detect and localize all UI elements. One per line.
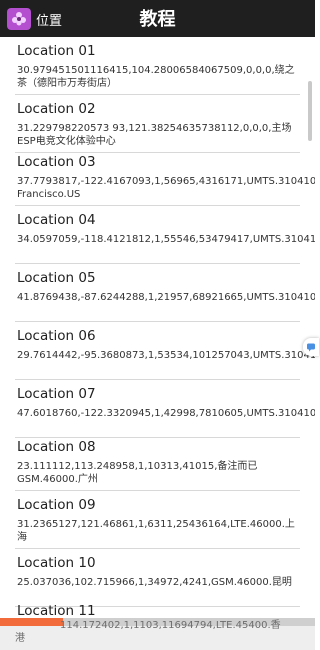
location-detail: 47.6018760,-122.3320945,1,42998,7810605,… bbox=[17, 408, 315, 419]
location-title: Location 07 bbox=[17, 386, 96, 402]
location-title: Location 03 bbox=[17, 154, 96, 170]
scrollbar[interactable] bbox=[308, 81, 312, 141]
location-item-06[interactable]: Location 06 29.7614442,-95.3680873,1,535… bbox=[15, 322, 315, 380]
action-bar: 位置 教程 bbox=[0, 0, 315, 37]
location-title: Location 10 bbox=[17, 555, 96, 571]
location-11-detail: 114.172402,1,1103,11694794,LTE.45400.香 港 bbox=[15, 619, 303, 645]
location-detail: 31.2365127,121.46861,1,6311,25436164,LTE… bbox=[17, 519, 295, 543]
location-detail: 23.111112,113.248958,1,10313,41015,备注而已 … bbox=[17, 461, 258, 485]
location-title: Location 02 bbox=[17, 101, 96, 117]
location-title: Location 09 bbox=[17, 497, 96, 513]
location-item-02[interactable]: Location 02 31.229798220573 93,121.38254… bbox=[15, 95, 300, 153]
location-detail: 29.7614442,-95.3680873,1,53534,101257043… bbox=[17, 350, 315, 361]
location-detail: 30.979451501116415,104.28006584067509,0,… bbox=[17, 65, 295, 89]
location-detail: 37.7793817,-122.4167093,1,56965,4316171,… bbox=[17, 176, 315, 200]
location-title: Location 06 bbox=[17, 328, 96, 344]
location-detail: 41.8769438,-87.6244288,1,21957,68921665,… bbox=[17, 292, 315, 303]
location-item-08[interactable]: Location 08 23.111112,113.248958,1,10313… bbox=[15, 433, 300, 491]
location-item-03[interactable]: Location 03 37.7793817,-122.4167093,1,56… bbox=[15, 148, 315, 206]
location-detail: 31.229798220573 93,121.38254635738112,0,… bbox=[17, 123, 292, 147]
location-title: Location 11 bbox=[17, 603, 96, 619]
location-item-04[interactable]: Location 04 34.0597059,-118.4121812,1,55… bbox=[15, 206, 315, 264]
location-item-07[interactable]: Location 07 47.6018760,-122.3320945,1,42… bbox=[15, 380, 315, 438]
location-item-09[interactable]: Location 09 31.2365127,121.46861,1,6311,… bbox=[15, 491, 300, 549]
location-title: Location 08 bbox=[17, 439, 96, 455]
location-title: Location 01 bbox=[17, 43, 96, 59]
location-title: Location 05 bbox=[17, 270, 96, 286]
chat-bubble-icon[interactable] bbox=[303, 338, 319, 356]
location-title: Location 04 bbox=[17, 212, 96, 228]
bottom-progress-bar: 114.172402,1,1103,11694794,LTE.45400.香 港 bbox=[0, 618, 315, 650]
location-detail: 25.037036,102.715966,1,34972,4241,GSM.46… bbox=[17, 577, 292, 588]
location-detail: 34.0597059,-118.4121812,1,55546,53479417… bbox=[17, 234, 315, 245]
location-11-detail-line1: 114.172402,1,1103,11694794,LTE.45400.香 bbox=[60, 620, 281, 631]
location-11-detail-line2: 港 bbox=[15, 633, 25, 644]
location-list: Location 01 30.979451501116415,104.28006… bbox=[0, 37, 315, 650]
location-item-01[interactable]: Location 01 30.979451501116415,104.28006… bbox=[15, 37, 300, 95]
page-title: 教程 bbox=[139, 9, 176, 30]
location-item-05[interactable]: Location 05 41.8769438,-87.6244288,1,219… bbox=[15, 264, 315, 322]
